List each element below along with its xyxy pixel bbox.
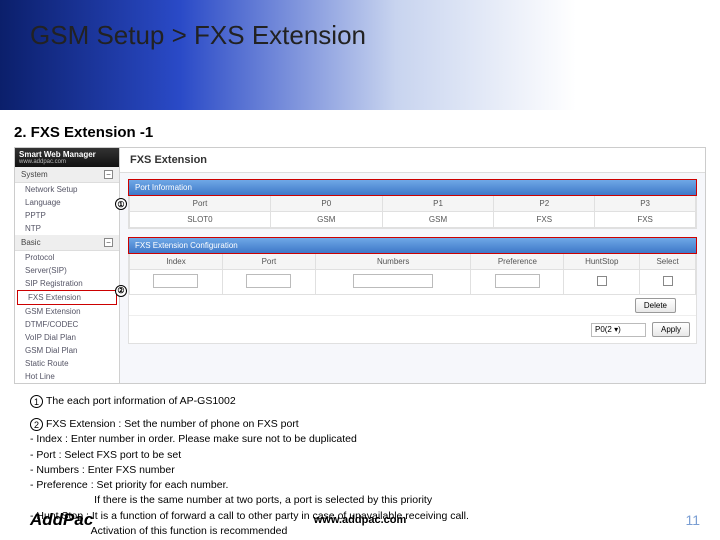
sidebar-item-ntp[interactable]: NTP (15, 222, 119, 235)
preference-input[interactable] (495, 274, 540, 288)
col-p3: P3 (595, 196, 696, 212)
col-numbers: Numbers (315, 254, 471, 270)
cell: GSM (270, 212, 382, 228)
sidebar-group-system[interactable]: System − (15, 167, 119, 183)
sidebar-item-voipdial[interactable]: VoIP Dial Plan (15, 331, 119, 344)
port-info-table: Port P0 P1 P2 P3 SLOT0 GSM GSM FXS FXS (129, 195, 696, 228)
note-line: - Index : Enter number in order. Please … (30, 432, 698, 447)
note-line: If there is the same number at two ports… (30, 493, 698, 508)
delete-button[interactable]: Delete (635, 298, 676, 313)
footer: AddPac www.addpac.com 11 (0, 510, 720, 530)
sidebar-group-basic[interactable]: Basic − (15, 235, 119, 251)
brand-sub: www.addpac.com (19, 159, 115, 165)
collapse-icon[interactable]: − (104, 170, 113, 179)
cell: GSM (382, 212, 494, 228)
col-index: Index (130, 254, 223, 270)
numbers-input[interactable] (353, 274, 433, 288)
panel-port-info: ① Port Information Port P0 P1 P2 P3 SLOT… (128, 179, 697, 229)
sidebar-item-hotline[interactable]: Hot Line (15, 370, 119, 383)
cell: FXS (494, 212, 595, 228)
col-p0: P0 (270, 196, 382, 212)
sidebar-item-pptp[interactable]: PPTP (15, 209, 119, 222)
sidebar-item-sipreg[interactable]: SIP Registration (15, 277, 119, 290)
port-input[interactable] (246, 274, 291, 288)
sidebar-item-gsmdial[interactable]: GSM Dial Plan (15, 344, 119, 357)
col-pref: Preference (471, 254, 564, 270)
huntstop-checkbox[interactable] (597, 276, 607, 286)
sidebar-item-serversip[interactable]: Server(SIP) (15, 264, 119, 277)
group-label: Basic (21, 238, 41, 247)
sidebar-brand: Smart Web Manager www.addpac.com (15, 148, 119, 167)
footer-url: www.addpac.com (314, 514, 407, 526)
sidebar-item-dtmf[interactable]: DTMF/CODEC (15, 318, 119, 331)
col-port: Port (130, 196, 271, 212)
panel-header-fxsconfig: FXS Extension Configuration (129, 238, 696, 253)
apply-button[interactable]: Apply (652, 322, 690, 337)
group-label: System (21, 170, 48, 179)
sidebar-item-gsmext[interactable]: GSM Extension (15, 305, 119, 318)
app-window: Smart Web Manager www.addpac.com System … (14, 147, 706, 384)
select-checkbox[interactable] (663, 276, 673, 286)
col-p1: P1 (382, 196, 494, 212)
sidebar-item-fxs-extension[interactable]: FXS Extension (17, 290, 117, 305)
page-title: GSM Setup > FXS Extension (30, 20, 690, 51)
section-subtitle: 2. FXS Extension -1 (14, 124, 720, 141)
note-line: - Numbers : Enter FXS number (30, 463, 698, 478)
sidebar-item-language[interactable]: Language (15, 196, 119, 209)
sidebar-item-network[interactable]: Network Setup (15, 183, 119, 196)
col-select: Select (640, 254, 696, 270)
sidebar: Smart Web Manager www.addpac.com System … (15, 148, 120, 383)
note-line: - Preference : Set priority for each num… (30, 478, 698, 493)
index-input[interactable] (153, 274, 198, 288)
note-badge-1: 1 (30, 395, 43, 408)
add-port-select[interactable]: P0(2 ▾) (591, 323, 646, 337)
brand-text: Smart Web Manager (19, 150, 115, 159)
note-2-head: FXS Extension : Set the number of phone … (46, 418, 299, 430)
main-heading: FXS Extension (120, 148, 705, 173)
cell-slot: SLOT0 (130, 212, 271, 228)
sidebar-item-staticroute[interactable]: Static Route (15, 357, 119, 370)
main-area: FXS Extension ① Port Information Port P0… (120, 148, 705, 383)
brand-logo: AddPac (30, 510, 93, 530)
fxs-config-table: Index Port Numbers Preference HuntStop S… (129, 253, 696, 295)
panel-header-portinfo: Port Information (129, 180, 696, 195)
sidebar-item-protocol[interactable]: Protocol (15, 251, 119, 264)
note-1-text: The each port information of AP-GS1002 (46, 395, 236, 407)
note-line: - Port : Select FXS port to be set (30, 448, 698, 463)
col-huntstop: HuntStop (564, 254, 640, 270)
page-number: 11 (685, 512, 700, 528)
cell: FXS (595, 212, 696, 228)
col-p2: P2 (494, 196, 595, 212)
badge-1: ① (115, 198, 127, 210)
panel-fxs-config: ② FXS Extension Configuration Index Port… (128, 237, 697, 344)
note-badge-2: 2 (30, 418, 43, 431)
col-port: Port (222, 254, 315, 270)
badge-2: ② (115, 285, 127, 297)
collapse-icon[interactable]: − (104, 238, 113, 247)
